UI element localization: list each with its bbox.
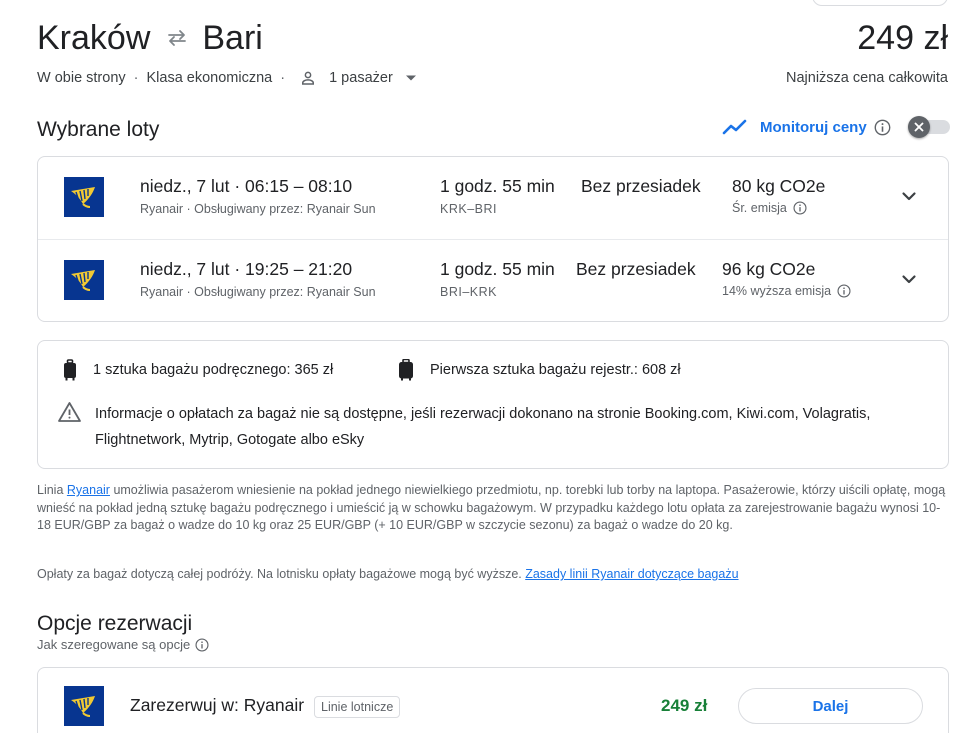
booking-price: 249 zł	[661, 696, 708, 715]
trend-icon	[722, 118, 748, 136]
baggage-card: 1 sztuka bagażu podręcznego: 365 zł Pier…	[37, 340, 949, 469]
ryanair-logo	[64, 686, 104, 726]
separator-dot: ·	[133, 70, 139, 86]
flight-airline: Ryanair · Obsługiwany przez: Ryanair Sun	[140, 202, 376, 216]
selected-flights-card: niedz., 7 lut · 06:15 – 08:10 Ryanair · …	[37, 156, 949, 322]
info-icon	[195, 637, 209, 652]
info-icon[interactable]	[837, 284, 851, 298]
separator-dot: ·	[280, 70, 286, 86]
selected-flights-title: Wybrane loty	[37, 118, 160, 141]
carry-on-bag-icon	[64, 359, 76, 381]
checked-bag-icon	[399, 359, 413, 381]
policy-prefix: Linia	[37, 483, 67, 497]
trip-type: W obie strony	[37, 70, 126, 86]
emissions-note: 14% wyższa emisja	[722, 284, 851, 298]
booking-option-card: Zarezerwuj w: Ryanair Linie lotnicze 249…	[37, 667, 949, 733]
monitor-prices-label: Monitoruj ceny	[760, 118, 867, 136]
trip-options: W obie strony · Klasa ekonomiczna · 1 pa…	[37, 69, 417, 87]
flight-emissions: 80 kg CO2e	[732, 176, 826, 196]
continue-button[interactable]: Dalej	[738, 688, 923, 724]
flight-route: BRI–KRK	[440, 285, 497, 299]
flight-airline: Ryanair · Obsługiwany przez: Ryanair Sun	[140, 285, 376, 299]
emissions-note-text: Śr. emisja	[732, 201, 787, 215]
top-partial-button[interactable]	[812, 0, 948, 6]
cabin-class: Klasa ekonomiczna	[146, 70, 273, 86]
monitor-prices-button[interactable]: Monitoruj ceny	[722, 118, 891, 136]
total-price: 249 zł	[857, 19, 948, 57]
lowest-price-note: Najniższa cena całkowita	[786, 70, 948, 86]
person-icon	[299, 69, 317, 87]
baggage-fees-text: Opłaty za bagaż dotyczą całej podróży. N…	[37, 566, 949, 584]
info-icon[interactable]	[793, 201, 807, 215]
fees-body: Opłaty za bagaż dotyczą całej podróży. N…	[37, 567, 526, 581]
provider-type-badge: Linie lotnicze	[314, 696, 401, 718]
flight-stops: Bez przesiadek	[576, 259, 696, 279]
baggage-policy-text: Linia Ryanair umożliwia pasażerom wniesi…	[37, 482, 949, 535]
flight-row-return[interactable]: niedz., 7 lut · 19:25 – 21:20 Ryanair · …	[38, 239, 948, 321]
passenger-count[interactable]: 1 pasażer	[329, 70, 393, 86]
flight-row-outbound[interactable]: niedz., 7 lut · 06:15 – 08:10 Ryanair · …	[38, 157, 948, 239]
warning-icon	[58, 402, 81, 422]
caret-down-icon[interactable]	[405, 74, 417, 82]
ryanair-link[interactable]: Ryanair	[67, 483, 110, 497]
policy-body: umożliwia pasażerom wniesienie na pokład…	[37, 483, 946, 532]
ryanair-logo	[64, 177, 104, 217]
chevron-down-icon[interactable]	[900, 187, 918, 205]
route-title: Kraków Bari	[37, 18, 263, 58]
monitor-prices-toggle[interactable]	[908, 116, 950, 138]
destination-city: Bari	[202, 19, 263, 57]
sort-explanation-text: Jak szeregowane są opcje	[37, 637, 191, 652]
checked-bag: Pierwsza sztuka bagażu rejestr.: 608 zł	[397, 359, 681, 381]
carry-on-bag: 1 sztuka bagażu podręcznego: 365 zł	[62, 359, 333, 381]
flight-stops: Bez przesiadek	[581, 176, 701, 196]
booking-options-title: Opcje rezerwacji	[37, 612, 193, 635]
baggage-rules-link[interactable]: Zasady linii Ryanair dotyczące bagażu	[525, 567, 738, 581]
flight-duration: 1 godz. 55 min	[440, 176, 555, 196]
close-icon	[908, 116, 930, 138]
flight-date-time: niedz., 7 lut · 06:15 – 08:10	[140, 176, 353, 196]
booking-provider: Zarezerwuj w: Ryanair	[130, 695, 305, 715]
swap-arrows-icon	[166, 29, 188, 47]
emissions-note-text: 14% wyższa emisja	[722, 284, 832, 298]
baggage-notice: Informacje o opłatach za bagaż nie są do…	[95, 406, 871, 448]
flight-emissions: 96 kg CO2e	[722, 259, 816, 279]
info-icon[interactable]	[874, 119, 891, 136]
chevron-down-icon[interactable]	[900, 270, 918, 288]
flight-duration: 1 godz. 55 min	[440, 259, 555, 279]
ryanair-logo	[64, 260, 104, 300]
emissions-note: Śr. emisja	[732, 201, 807, 215]
carry-on-text: 1 sztuka bagażu podręcznego: 365 zł	[93, 362, 334, 378]
checked-bag-text: Pierwsza sztuka bagażu rejestr.: 608 zł	[430, 362, 681, 378]
sort-explanation[interactable]: Jak szeregowane są opcje	[37, 637, 209, 652]
origin-city: Kraków	[37, 19, 151, 57]
flight-date-time: niedz., 7 lut · 19:25 – 21:20	[140, 259, 353, 279]
flight-route: KRK–BRI	[440, 202, 497, 216]
